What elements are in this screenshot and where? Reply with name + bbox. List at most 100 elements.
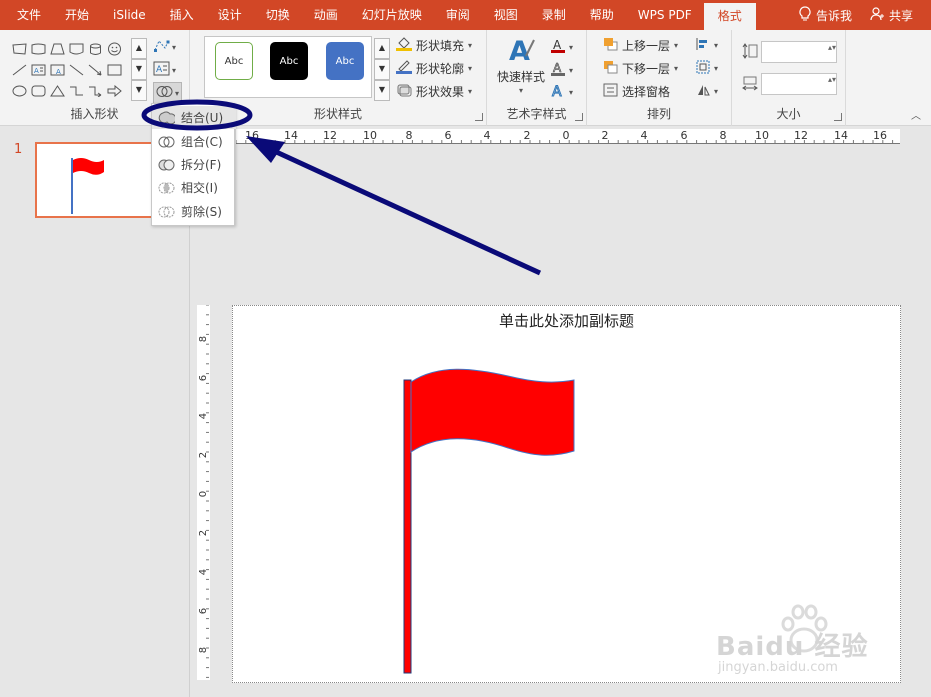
tab-file[interactable]: 文件 xyxy=(0,0,53,30)
menu-item-union[interactable]: 结合(U) xyxy=(152,106,236,129)
vertical-ruler: 8 6 4 2 0 2 4 6 8 xyxy=(197,305,210,680)
chevron-up-icon[interactable]: ▲ xyxy=(131,38,147,59)
chevron-up-icon[interactable]: ▲ xyxy=(374,38,390,59)
style-swatch-blue[interactable]: Abc xyxy=(326,42,364,80)
slide-thumbnail[interactable] xyxy=(35,142,155,218)
shape-oval-icon[interactable] xyxy=(10,80,29,101)
chevron-down-icon[interactable]: ▼ xyxy=(374,59,390,80)
flag-pole[interactable] xyxy=(403,379,412,674)
style-gallery-scroll[interactable]: ▲ ▼ ▼ xyxy=(374,38,390,101)
text-outline-button[interactable]: A ▾ xyxy=(551,61,573,79)
text-effects-button[interactable]: A ▾ xyxy=(551,83,574,101)
shape-fill-button[interactable]: 形状填充 ▾ xyxy=(396,36,472,54)
ruler-label: 4 xyxy=(198,568,209,576)
merge-shapes-button[interactable]: ▾ xyxy=(153,82,183,104)
tab-format[interactable]: 格式 xyxy=(703,3,756,30)
style-swatch-black[interactable]: Abc xyxy=(270,42,308,80)
share-button[interactable]: 共享 xyxy=(870,6,913,24)
style-swatch-outline[interactable]: Abc xyxy=(215,42,253,80)
tab-animations[interactable]: 动画 xyxy=(302,0,350,30)
edit-points-icon xyxy=(153,38,170,56)
more-icon[interactable]: ▼ xyxy=(131,80,147,101)
menu-item-subtract[interactable]: 剪除(S) xyxy=(152,200,236,223)
tab-wps-pdf[interactable]: WPS PDF xyxy=(626,0,704,30)
bring-forward-button[interactable]: 上移一层 ▾ xyxy=(603,37,678,54)
watermark-text: Baidu 经验 xyxy=(716,632,869,662)
align-button[interactable]: ▾ xyxy=(696,37,718,54)
text-box-button[interactable]: A ▾ xyxy=(153,61,176,79)
send-backward-button[interactable]: 下移一层 ▾ xyxy=(603,60,678,77)
shape-outline-button[interactable]: 形状轮廓 ▾ xyxy=(396,59,472,77)
menu-item-intersect[interactable]: 相交(I) xyxy=(152,176,236,199)
ruler-label: 0 xyxy=(198,490,209,498)
tab-islide[interactable]: iSlide xyxy=(101,0,158,30)
tab-record[interactable]: 录制 xyxy=(530,0,578,30)
tab-home[interactable]: 开始 xyxy=(53,0,101,30)
send-backward-icon xyxy=(603,60,618,77)
dialog-launcher-icon[interactable] xyxy=(834,113,842,121)
text-fill-button[interactable]: A ▾ xyxy=(551,38,573,56)
svg-text:A: A xyxy=(553,38,562,52)
selection-pane-button[interactable]: 选择窗格 xyxy=(603,83,670,100)
flag-cloth[interactable] xyxy=(410,368,575,456)
ruler-label: 14 xyxy=(284,129,298,142)
ruler-label: 4 xyxy=(198,412,209,420)
group-label-wordart: 艺术字样式 xyxy=(506,107,567,121)
shape-width-input[interactable] xyxy=(761,73,837,95)
tell-me-button[interactable]: 告诉我 xyxy=(799,5,852,25)
shape-smiley-icon[interactable] xyxy=(105,38,124,59)
shape-textbox-icon[interactable]: A xyxy=(29,59,48,80)
shape-arrowline-icon[interactable] xyxy=(86,59,105,80)
tab-design[interactable]: 设计 xyxy=(206,0,254,30)
shape-rounded-rect-icon[interactable] xyxy=(29,80,48,101)
shape-effects-button[interactable]: 形状效果 ▾ xyxy=(396,82,472,100)
text-outline-icon: A xyxy=(551,61,565,79)
quick-styles-button[interactable]: A 快速样式 ▾ xyxy=(497,36,545,95)
dialog-launcher-icon[interactable] xyxy=(475,113,483,121)
svg-text:A: A xyxy=(553,61,562,75)
ruler-label: 6 xyxy=(198,374,209,382)
svg-text:A: A xyxy=(56,68,61,76)
rotate-button[interactable]: ▾ xyxy=(696,83,718,100)
shape-vtextbox-icon[interactable]: A xyxy=(48,59,67,80)
shape-diagline-icon[interactable] xyxy=(67,59,86,80)
shape-wave-icon[interactable] xyxy=(29,38,48,59)
shape-trapezoid-icon[interactable] xyxy=(48,38,67,59)
collapse-ribbon-icon[interactable]: ︿ xyxy=(911,107,921,122)
union-icon xyxy=(158,111,177,125)
shape-flowchart-icon[interactable] xyxy=(67,38,86,59)
shape-square-icon[interactable] xyxy=(105,59,124,80)
group-objects-button[interactable]: ▾ xyxy=(696,60,718,77)
more-icon[interactable]: ▼ xyxy=(374,80,390,101)
shape-line-icon[interactable] xyxy=(10,59,29,80)
shape-gallery-scroll[interactable]: ▲ ▼ ▼ xyxy=(131,38,147,101)
chevron-down-icon[interactable]: ▼ xyxy=(131,59,147,80)
tab-insert[interactable]: 插入 xyxy=(158,0,206,30)
shape-rect-icon[interactable] xyxy=(10,38,29,59)
tab-view[interactable]: 视图 xyxy=(482,0,530,30)
shape-gallery[interactable]: A A xyxy=(10,38,130,101)
shape-right-arrow-icon[interactable] xyxy=(105,80,124,101)
tab-help[interactable]: 帮助 xyxy=(578,0,626,30)
tab-transitions[interactable]: 切换 xyxy=(254,0,302,30)
shape-cylinder-icon[interactable] xyxy=(86,38,105,59)
tab-slideshow[interactable]: 幻灯片放映 xyxy=(350,0,434,30)
edit-shape-button[interactable]: ▾ xyxy=(153,38,176,56)
svg-text:A: A xyxy=(156,65,163,75)
tab-review[interactable]: 审阅 xyxy=(434,0,482,30)
dialog-launcher-icon[interactable] xyxy=(575,113,583,121)
shape-elbow-icon[interactable] xyxy=(67,80,86,101)
menu-item-combine[interactable]: 组合(C) xyxy=(152,130,236,153)
ruler-label: 2 xyxy=(601,129,609,142)
textbox-icon: A xyxy=(153,61,170,79)
group-wordart: A 快速样式 ▾ A ▾ A ▾ A ▾ 艺术字样式 xyxy=(487,30,587,126)
ruler-label: 8 xyxy=(719,129,727,142)
menu-item-fragment[interactable]: 拆分(F) xyxy=(152,153,236,176)
pen-outline-icon xyxy=(396,59,412,77)
slide-number: 1 xyxy=(14,142,23,157)
bring-forward-icon xyxy=(603,37,618,54)
shape-height-input[interactable] xyxy=(761,41,837,63)
shape-triangle-icon[interactable] xyxy=(48,80,67,101)
ruler-label: 4 xyxy=(640,129,648,142)
shape-elbow-arrow-icon[interactable] xyxy=(86,80,105,101)
